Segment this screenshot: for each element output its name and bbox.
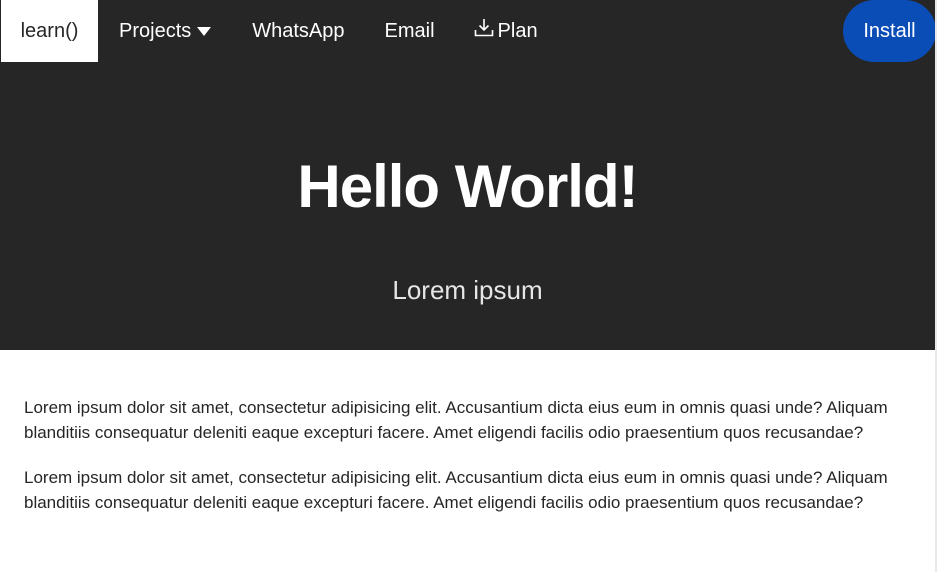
nav-item-email[interactable]: Email bbox=[385, 0, 435, 62]
nav-item-whatsapp[interactable]: WhatsApp bbox=[252, 0, 344, 62]
hero-section: Hello World! Lorem ipsum bbox=[0, 62, 935, 350]
main-content: Lorem ipsum dolor sit amet, consectetur … bbox=[24, 395, 916, 535]
nav-item-plan[interactable]: Plan bbox=[473, 0, 538, 62]
brand-link[interactable]: learn() bbox=[1, 0, 98, 62]
hero-title: Hello World! bbox=[297, 153, 638, 220]
nav-item-plan-label: Plan bbox=[497, 19, 538, 42]
download-icon bbox=[473, 17, 495, 39]
hero-subtitle: Lorem ipsum bbox=[392, 275, 543, 305]
install-button[interactable]: Install bbox=[843, 0, 936, 62]
content-paragraph: Lorem ipsum dolor sit amet, consectetur … bbox=[24, 398, 888, 442]
page: learn() Projects WhatsApp Email Plan Ins… bbox=[0, 0, 937, 572]
nav-item-projects-label: Projects bbox=[119, 19, 192, 42]
nav-item-projects[interactable]: Projects bbox=[119, 0, 212, 62]
top-navbar: learn() Projects WhatsApp Email Plan Ins… bbox=[0, 0, 936, 62]
content-paragraph: Lorem ipsum dolor sit amet, consectetur … bbox=[24, 468, 888, 512]
caret-down-icon bbox=[197, 26, 212, 36]
